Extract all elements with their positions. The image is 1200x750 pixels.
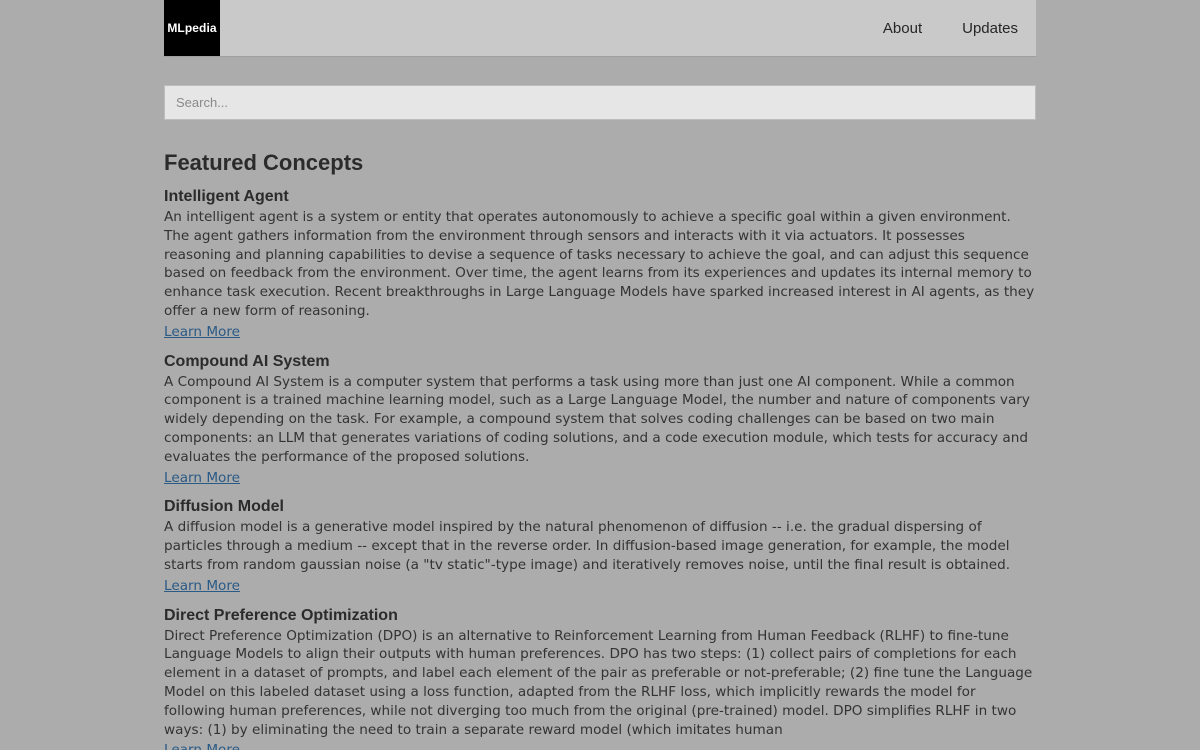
concept-description: Direct Preference Optimization (DPO) is … bbox=[164, 627, 1033, 738]
concept-list: Intelligent Agent An intelligent agent i… bbox=[164, 187, 1036, 750]
learn-more-link[interactable]: Learn More bbox=[164, 741, 240, 750]
section-title-featured-concepts: Featured Concepts bbox=[164, 150, 364, 175]
learn-more-link[interactable]: Learn More bbox=[164, 469, 240, 488]
concept-description: An intelligent agent is a system or enti… bbox=[164, 209, 1035, 319]
concept-card-diffusion-model: Diffusion Model A diffusion model is a g… bbox=[164, 497, 1036, 595]
concept-title: Intelligent Agent bbox=[164, 188, 289, 205]
concept-description: A diffusion model is a generative model … bbox=[164, 519, 1011, 573]
search-container bbox=[164, 85, 1036, 120]
concept-card-intelligent-agent: Intelligent Agent An intelligent agent i… bbox=[164, 187, 1036, 342]
concept-title: Diffusion Model bbox=[164, 498, 284, 516]
top-navigation-bar: MLpedia About Updates bbox=[164, 0, 1036, 57]
nav-link-updates[interactable]: Updates bbox=[942, 20, 1036, 37]
concept-card-direct-preference-optimization: Direct Preference Optimization Direct Pr… bbox=[164, 606, 1036, 750]
search-input[interactable] bbox=[164, 85, 1036, 120]
concept-description: A Compound AI System is a computer syste… bbox=[164, 373, 1030, 465]
concept-title: Compound AI System bbox=[164, 352, 330, 370]
learn-more-link[interactable]: Learn More bbox=[164, 323, 240, 342]
site-logo[interactable]: MLpedia bbox=[164, 0, 220, 56]
concept-card-compound-ai-system: Compound AI System A Compound AI System … bbox=[164, 352, 1036, 488]
learn-more-link[interactable]: Learn More bbox=[164, 577, 240, 596]
page-container: MLpedia About Updates Featured Concepts … bbox=[164, 0, 1036, 750]
main-nav: About Updates bbox=[863, 0, 1036, 56]
nav-link-about[interactable]: About bbox=[863, 20, 942, 37]
concept-title: Direct Preference Optimization bbox=[164, 606, 398, 624]
